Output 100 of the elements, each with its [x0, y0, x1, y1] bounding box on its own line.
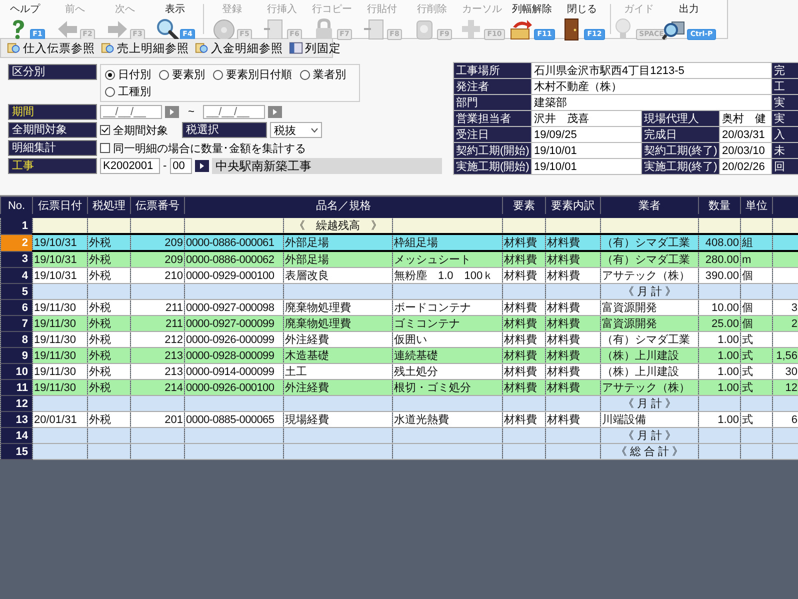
- radio-label: 業者別: [313, 68, 346, 82]
- summary-label: 《 月 計 》: [600, 428, 699, 444]
- info-value: 沢井 茂喜: [532, 110, 642, 126]
- row-number[interactable]: 6: [0, 300, 32, 316]
- info-label: 発注者: [454, 78, 532, 94]
- table-cell: 材料費: [546, 412, 601, 428]
- radio-button[interactable]: [105, 70, 115, 80]
- column-header: 単位: [740, 196, 773, 216]
- table-cell: 1.00: [698, 332, 741, 348]
- checkbox[interactable]: [100, 143, 110, 153]
- table-cell: 1.00: [698, 412, 741, 428]
- row-number[interactable]: 7: [0, 316, 32, 332]
- table-cell: 材料費: [546, 364, 601, 380]
- column-header: 品名／規格: [184, 196, 503, 216]
- table-cell: 材料費: [502, 332, 546, 348]
- table-cell: 213: [130, 348, 184, 364]
- row-number[interactable]: 13: [0, 412, 32, 428]
- column-header: 業者: [600, 196, 699, 216]
- table-cell: 川端設備: [600, 412, 699, 428]
- reference-button[interactable]: 仕入伝票参照: [5, 39, 97, 57]
- tax-dropdown[interactable]: 税抜: [270, 122, 322, 138]
- table-cell: 材料費: [546, 380, 601, 396]
- branch-field[interactable]: 00: [170, 158, 192, 174]
- row-number[interactable]: 5: [0, 284, 32, 300]
- table-cell: 材料費: [502, 348, 546, 364]
- field-label: 明細集計: [8, 140, 97, 156]
- radio-button[interactable]: [105, 86, 115, 96]
- table-cell: 土工: [284, 364, 392, 380]
- table-cell: 残土処分: [392, 364, 503, 380]
- row-number[interactable]: 15: [0, 444, 32, 460]
- checkbox[interactable]: [100, 125, 110, 135]
- table-cell: 個: [740, 300, 773, 316]
- date-field[interactable]: __/__/__: [203, 105, 266, 119]
- reference-button[interactable]: 売上明細参照: [99, 39, 191, 57]
- table-icon: [289, 41, 303, 55]
- table-cell: 外部足場: [284, 234, 392, 251]
- row-number[interactable]: 3: [0, 251, 32, 268]
- arrow-icon: [198, 162, 206, 170]
- table-cell: 19/11/30: [32, 364, 88, 380]
- radio-label: 日付別: [118, 68, 151, 82]
- info-label: 回: [774, 161, 786, 173]
- info-label: 実: [774, 113, 786, 125]
- info-value: 20/02/26: [720, 158, 772, 174]
- table-cell: 連続基礎: [392, 348, 503, 364]
- code-separator: -: [163, 160, 167, 172]
- document-search-icon: [7, 41, 21, 55]
- reference-button[interactable]: 入金明細参照: [193, 39, 285, 57]
- table-cell: アサテック（株）: [600, 380, 699, 396]
- checkbox-label: 同一明細の場合に数量･金額を集計する: [113, 142, 306, 156]
- row-number[interactable]: 14: [0, 428, 32, 444]
- table-cell: 12: [772, 380, 798, 396]
- info-value: 20/03/31: [720, 126, 772, 142]
- row-number[interactable]: 4: [0, 268, 32, 284]
- row-number[interactable]: 10: [0, 364, 32, 380]
- row-number[interactable]: 9: [0, 348, 32, 364]
- column-header: 税処理: [88, 196, 130, 216]
- column-header: 伝票番号: [130, 196, 184, 216]
- info-label: 部門: [454, 94, 532, 110]
- table-cell: 材料費: [502, 268, 546, 284]
- info-label: 営業担当者: [454, 110, 532, 126]
- project-name: 中央駅南新築工事: [212, 158, 442, 174]
- table-cell: ゴミコンテナ: [392, 316, 503, 332]
- table-cell: 10.00: [698, 300, 741, 316]
- row-number[interactable]: 12: [0, 396, 32, 412]
- table-cell: 1.00: [698, 380, 741, 396]
- table-cell: 外税: [88, 234, 130, 251]
- info-label: 契約工期(終了): [642, 142, 720, 158]
- radio-button[interactable]: [300, 70, 310, 80]
- summary-label: 《 月 計 》: [600, 284, 699, 300]
- project-code-field[interactable]: K2002001: [100, 158, 160, 174]
- field-label: 税選択: [182, 122, 267, 138]
- radio-button[interactable]: [213, 70, 223, 80]
- radio-button[interactable]: [159, 70, 169, 80]
- column-header: 要素内訳: [546, 196, 601, 216]
- table-cell: 木造基礎: [284, 348, 392, 364]
- row-number[interactable]: 8: [0, 332, 32, 348]
- table-cell: 廃棄物処理費: [284, 300, 392, 316]
- field-label: 全期間対象: [8, 122, 97, 138]
- table-cell: 組: [740, 234, 773, 251]
- lookup-button[interactable]: [194, 160, 209, 172]
- table-cell: 式: [740, 348, 773, 364]
- info-value: 木村不動産（株）: [532, 78, 772, 94]
- table-cell: 1.00: [698, 364, 741, 380]
- info-label: 実施工期(開始): [454, 158, 532, 174]
- table-cell: 19/11/30: [32, 332, 88, 348]
- table-cell: 材料費: [546, 268, 601, 284]
- checkbox-label: 全期間対象: [113, 124, 169, 138]
- document-search-icon: [101, 41, 115, 55]
- info-value: 19/09/25: [532, 126, 642, 142]
- row-number[interactable]: 11: [0, 380, 32, 396]
- table-cell: 材料費: [546, 316, 601, 332]
- table-cell: 0000-0926-000099: [184, 332, 284, 348]
- summary-label: 《 月 計 》: [600, 396, 699, 412]
- table-cell: 0000-0914-000099: [184, 364, 284, 380]
- table-cell: （有）シマダ工業: [600, 251, 699, 268]
- table-cell: 210: [130, 268, 184, 284]
- table-cell: 0000-0886-000062: [184, 251, 284, 268]
- reference-button[interactable]: 列固定: [287, 39, 343, 57]
- date-field[interactable]: __/__/__: [100, 105, 162, 119]
- table-cell: 式: [740, 332, 773, 348]
